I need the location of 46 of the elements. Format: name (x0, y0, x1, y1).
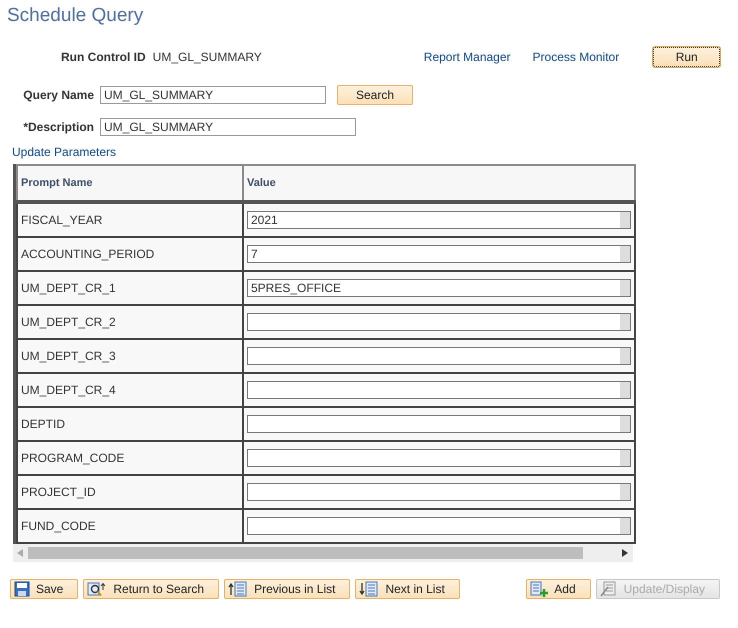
link[interactable]: Report Manager (424, 50, 511, 64)
input-field[interactable]: UM_GL_SUMMARY (100, 86, 326, 104)
field-value: UM_GL_SUMMARY (152, 50, 262, 64)
input-field[interactable] (247, 347, 631, 365)
column-header: Prompt Name (17, 165, 243, 202)
list-up-arrow-icon (228, 581, 248, 597)
field-label: *Description (22, 120, 94, 134)
table-cell: DEPTID (17, 407, 243, 441)
next-button[interactable]: Next in List (355, 579, 460, 599)
add-document-icon (530, 581, 548, 597)
input-field[interactable] (247, 415, 631, 433)
search-button[interactable]: Search (337, 85, 413, 105)
horizontal-scrollbar[interactable] (13, 544, 633, 562)
list-down-arrow-icon (359, 581, 380, 597)
table-cell: FUND_CODE (17, 509, 243, 543)
link[interactable]: Process Monitor (532, 50, 620, 64)
input-field[interactable]: UM_GL_SUMMARY (100, 118, 356, 136)
table-cell: UM_DEPT_CR_4 (17, 373, 243, 407)
previous-button[interactable]: Previous in List (224, 579, 350, 599)
field-label: Query Name (22, 88, 94, 102)
input-field[interactable] (247, 517, 631, 535)
input-field[interactable]: 5PRES_OFFICE (247, 279, 631, 297)
add-button[interactable]: Add (526, 579, 591, 599)
edit-document-icon (600, 581, 618, 597)
magnifier-icon (87, 581, 108, 597)
table-cell: PROJECT_ID (17, 475, 243, 509)
input-field[interactable] (247, 483, 631, 501)
input-field[interactable] (247, 449, 631, 467)
input-field[interactable] (247, 313, 631, 331)
table-cell: UM_DEPT_CR_2 (17, 305, 243, 339)
table-cell: UM_DEPT_CR_1 (17, 271, 243, 305)
table-cell: PROGRAM_CODE (17, 441, 243, 475)
input-field[interactable]: 7 (247, 245, 631, 263)
table-cell: ACCOUNTING_PERIOD (17, 237, 243, 271)
run-button[interactable]: Run (653, 47, 720, 67)
input-field[interactable]: 2021 (247, 211, 631, 229)
table-cell: UM_DEPT_CR_3 (17, 339, 243, 373)
column-header: Value (243, 165, 635, 202)
table-cell: FISCAL_YEAR (17, 202, 243, 237)
page-title: Schedule Query (7, 5, 144, 28)
save-button[interactable]: Save (10, 579, 78, 599)
input-field[interactable] (247, 381, 631, 399)
scroll-right-icon[interactable] (622, 549, 628, 557)
section-link[interactable]: Update Parameters (12, 145, 738, 160)
return-button[interactable]: Return to Search (83, 579, 220, 599)
field-label: Run Control ID (61, 50, 146, 64)
